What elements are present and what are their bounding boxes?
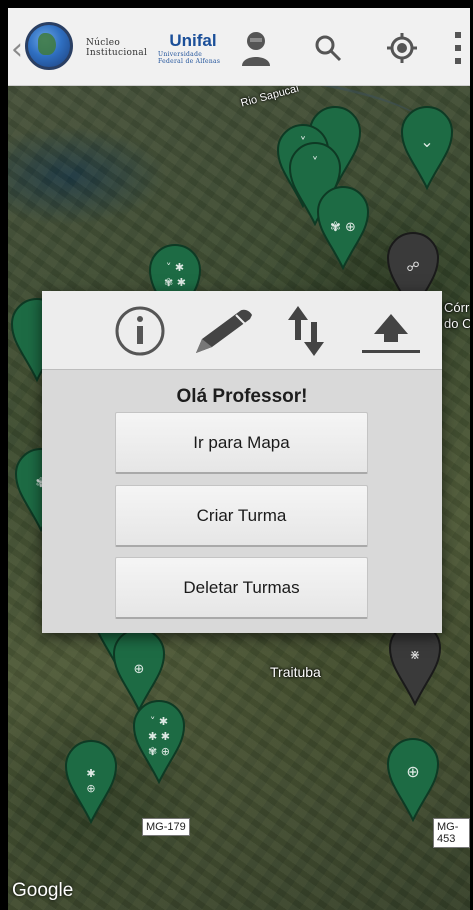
dragonfly-icon: ⋇ [409,648,421,663]
create-class-button[interactable]: Criar Turma [115,485,368,547]
map-marker-green[interactable]: ˅ ✱ ✱ ✱ ✾ ⊕ [132,698,186,784]
bird-icon: ⌄ [420,132,434,151]
delete-classes-button[interactable]: Deletar Turmas [115,557,368,619]
unifal-logo-subtitle: Universidade Federal de Alfenas [158,51,221,65]
top-toolbar: ‹ Núcleo Institucional Unifal Universida… [8,8,470,86]
app-screen: ‹ Núcleo Institucional Unifal Universida… [8,8,470,910]
unifal-logo-text: Unifal [169,31,217,50]
globe-icon: ⊕ [406,762,420,781]
road-label: MG-179 [142,818,190,836]
professor-menu-dialog: Olá Professor! Ir para Mapa Criar Turma … [42,291,442,633]
search-icon[interactable] [308,22,348,74]
monkey-icon: ☍ [406,260,420,275]
globe-icon: ⊕ [133,662,145,677]
fauna-icons: ˅ ✱ ✾ ✱ [164,261,186,289]
fauna-icons: ✱ ⊕ [86,767,96,795]
institution-logo: Núcleo Institucional [86,22,148,74]
dialog-title: Olá Professor! [176,386,308,407]
globe-logo-icon[interactable] [25,22,73,70]
map-marker-green[interactable]: ⊕ [386,736,440,822]
google-attribution: Google [12,880,74,901]
sort-arrows-icon[interactable] [278,291,334,370]
dialog-icon-bar [42,291,442,370]
info-icon[interactable] [112,291,168,370]
edit-pencil-icon[interactable] [188,291,258,370]
overflow-menu-icon[interactable] [448,22,468,74]
upload-icon[interactable] [356,291,426,370]
go-to-map-button[interactable]: Ir para Mapa [115,412,368,474]
institution-logo-text: Núcleo Institucional [86,38,148,58]
butterfly-icon: ✾ ⊕ [330,220,356,235]
town-label: Traituba [270,664,321,680]
map-marker-green[interactable]: ✾ ⊕ [316,184,370,270]
corrego-label: Córr do C [444,300,470,331]
map-marker-green[interactable]: ⌄ [400,104,454,190]
fauna-icons: ˅ ✱ ✱ ✱ ✾ ⊕ [148,715,170,758]
map-marker-green[interactable]: ✱ ⊕ [64,738,118,824]
locate-icon[interactable] [382,22,422,74]
unifal-logo: Unifal Universidade Federal de Alfenas [158,22,228,74]
road-label: MG-453 [433,818,470,848]
profile-icon[interactable] [236,22,276,74]
bird-icon: ˅ [311,156,319,171]
back-chevron-icon[interactable]: ‹ [11,32,23,67]
